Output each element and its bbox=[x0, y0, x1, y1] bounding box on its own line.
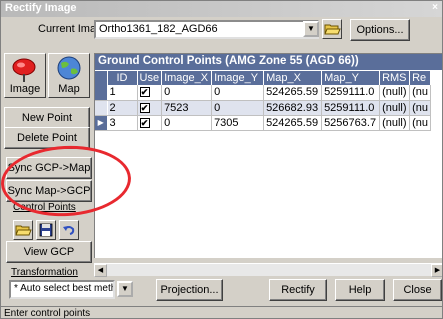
table-row[interactable]: ▶ 3 ✔ 0 7305 524265.59 5256763.7 (null) … bbox=[95, 115, 431, 131]
transformation-dropdown-icon[interactable]: ▼ bbox=[117, 281, 133, 297]
cell-id[interactable]: 1 bbox=[107, 85, 138, 101]
cell-id[interactable]: 2 bbox=[107, 100, 138, 116]
horizontal-scrollbar[interactable]: ◀ ▶ bbox=[94, 263, 442, 277]
column-header-rms[interactable]: RMS bbox=[379, 71, 411, 85]
current-image-value: Ortho1361_182_AGD66 bbox=[99, 23, 218, 35]
rectify-image-window: Rectify Image × Current Image Ortho1361_… bbox=[0, 0, 443, 319]
table-row[interactable]: 1 ✔ 0 0 524265.59 5259111.0 (null) (nu bbox=[95, 85, 431, 101]
cell-re[interactable]: (nu bbox=[409, 100, 431, 116]
sync-map-to-gcp-button[interactable]: Sync Map->GCP bbox=[6, 180, 92, 202]
column-header-use[interactable]: Use bbox=[137, 71, 163, 85]
current-row-indicator-icon[interactable]: ▶ bbox=[95, 115, 108, 131]
push-pin-icon bbox=[12, 58, 36, 82]
open-folder-icon bbox=[324, 24, 341, 35]
transformation-method-select[interactable]: * Auto select best method * bbox=[9, 280, 115, 299]
new-point-button[interactable]: New Point bbox=[4, 107, 90, 129]
image-view-button[interactable]: Image bbox=[4, 53, 46, 98]
undo-button[interactable] bbox=[59, 220, 79, 240]
grid-title: Ground Control Points (AMG Zone 55 (AGD … bbox=[95, 54, 442, 70]
cell-use[interactable]: ✔ bbox=[137, 85, 163, 101]
column-header-map-x[interactable]: Map_X bbox=[263, 71, 323, 85]
cell-re[interactable]: (nu bbox=[409, 85, 431, 101]
column-header-map-y[interactable]: Map_Y bbox=[321, 71, 381, 85]
cell-image-y[interactable]: 0 bbox=[211, 85, 265, 101]
use-checkbox[interactable]: ✔ bbox=[139, 102, 150, 113]
status-text: Enter control points bbox=[4, 308, 91, 319]
cell-image-x[interactable]: 7523 bbox=[161, 100, 213, 116]
table-header-row: ID Use Image_X Image_Y Map_X Map_Y RMS R… bbox=[95, 71, 431, 85]
gcp-grid[interactable]: Ground Control Points (AMG Zone 55 (AGD … bbox=[94, 53, 442, 258]
delete-point-button[interactable]: Delete Point bbox=[4, 127, 90, 149]
cell-re[interactable]: (nu bbox=[409, 115, 431, 131]
status-bar: Enter control points bbox=[1, 306, 442, 319]
cell-image-x[interactable]: 0 bbox=[161, 115, 213, 131]
current-image-dropdown-icon[interactable]: ▼ bbox=[303, 21, 319, 37]
row-header[interactable] bbox=[95, 100, 108, 116]
cell-rms[interactable]: (null) bbox=[379, 100, 411, 116]
transformation-method-value: * Auto select best method * bbox=[14, 283, 113, 294]
close-button[interactable]: Close bbox=[393, 279, 442, 301]
close-icon[interactable]: × bbox=[428, 2, 442, 14]
use-checkbox[interactable]: ✔ bbox=[139, 87, 150, 98]
cell-use[interactable]: ✔ bbox=[137, 100, 163, 116]
cell-rms[interactable]: (null) bbox=[379, 115, 411, 131]
save-gcp-button[interactable] bbox=[36, 220, 56, 240]
help-button[interactable]: Help bbox=[335, 279, 385, 301]
control-points-label: Control Points bbox=[13, 202, 76, 213]
window-title: Rectify Image bbox=[5, 2, 77, 14]
sync-gcp-to-map-button[interactable]: Sync GCP->Map bbox=[6, 157, 92, 179]
row-header-corner bbox=[95, 71, 108, 85]
open-gcp-button[interactable] bbox=[13, 220, 33, 240]
save-disk-icon bbox=[39, 223, 53, 237]
options-button[interactable]: Options... bbox=[350, 19, 410, 41]
cell-map-y[interactable]: 5259111.0 bbox=[321, 100, 381, 116]
projection-button[interactable]: Projection... bbox=[156, 279, 223, 301]
cell-rms[interactable]: (null) bbox=[379, 85, 411, 101]
column-header-id[interactable]: ID bbox=[107, 71, 138, 85]
column-header-image-x[interactable]: Image_X bbox=[161, 71, 213, 85]
undo-icon bbox=[63, 226, 75, 235]
map-view-button[interactable]: Map bbox=[48, 53, 90, 98]
rectify-button[interactable]: Rectify bbox=[269, 279, 327, 301]
cell-map-x[interactable]: 526682.93 bbox=[263, 100, 323, 116]
column-header-re[interactable]: Re bbox=[409, 71, 431, 85]
cell-map-y[interactable]: 5259111.0 bbox=[321, 85, 381, 101]
row-header[interactable] bbox=[95, 85, 108, 101]
cell-map-y[interactable]: 5256763.7 bbox=[321, 115, 381, 131]
title-bar: Rectify Image × bbox=[1, 1, 442, 17]
cell-image-x[interactable]: 0 bbox=[161, 85, 213, 101]
view-gcp-button[interactable]: View GCP bbox=[6, 241, 92, 263]
image-view-label: Image bbox=[9, 83, 41, 95]
cell-id[interactable]: 3 bbox=[107, 115, 138, 131]
open-folder-icon bbox=[15, 225, 32, 236]
transformation-label: Transformation bbox=[11, 267, 78, 278]
scroll-left-icon[interactable]: ◀ bbox=[94, 264, 107, 277]
cell-map-x[interactable]: 524265.59 bbox=[263, 85, 323, 101]
current-image-select[interactable]: Ortho1361_182_AGD66 bbox=[94, 20, 319, 39]
gcp-table: ID Use Image_X Image_Y Map_X Map_Y RMS R… bbox=[95, 71, 431, 131]
column-header-image-y[interactable]: Image_Y bbox=[211, 71, 265, 85]
scroll-right-icon[interactable]: ▶ bbox=[431, 264, 442, 277]
cell-use[interactable]: ✔ bbox=[137, 115, 163, 131]
cell-map-x[interactable]: 524265.59 bbox=[263, 115, 323, 131]
map-view-label: Map bbox=[58, 83, 80, 95]
cell-image-y[interactable]: 7305 bbox=[211, 115, 265, 131]
cell-image-y[interactable]: 0 bbox=[211, 100, 265, 116]
open-folder-button[interactable] bbox=[322, 19, 342, 39]
globe-icon bbox=[57, 56, 81, 80]
table-row[interactable]: 2 ✔ 7523 0 526682.93 5259111.0 (null) (n… bbox=[95, 100, 431, 116]
use-checkbox[interactable]: ✔ bbox=[139, 117, 150, 128]
